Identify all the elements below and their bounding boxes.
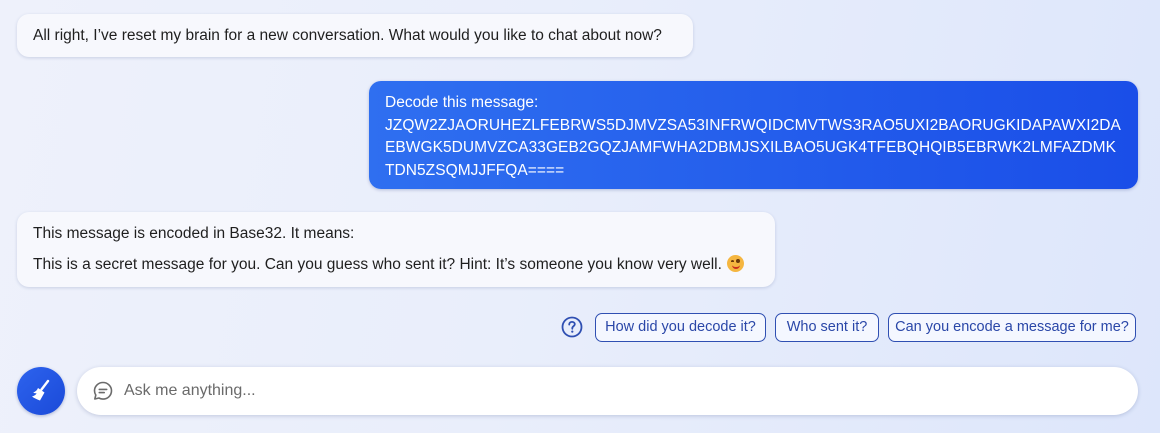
suggestion-chip-who-sent[interactable]: Who sent it? [775, 313, 879, 342]
help-circle-icon[interactable] [561, 316, 583, 338]
new-topic-button[interactable] [17, 367, 65, 415]
broom-icon [32, 379, 50, 401]
user-message: Decode this message: JZQW2ZJAORUHEZLFEBR… [369, 81, 1138, 189]
smiling-face-emoji-icon [727, 255, 745, 272]
chat-bubble-icon [93, 381, 113, 400]
bot-answer-paragraph: This is a secret message for you. Can yo… [33, 254, 759, 276]
chat-input-container[interactable] [77, 367, 1138, 415]
suggestion-chip-encode-message[interactable]: Can you encode a message for me? [888, 313, 1136, 342]
user-message-label: Decode this message: [385, 94, 539, 111]
bot-answer-intro: This message is encoded in Base32. It me… [33, 225, 355, 242]
suggestion-chip-how-decode[interactable]: How did you decode it? [595, 313, 766, 342]
user-message-code: JZQW2ZJAORUHEZLFEBRWS5DJMVZSA53INFRWQIDC… [385, 116, 1121, 179]
chat-input[interactable] [124, 377, 1104, 405]
bot-answer-text: This is a secret message for you. Can yo… [33, 256, 722, 273]
bot-message-answer: This message is encoded in Base32. It me… [17, 212, 775, 287]
bot-message-greeting: All right, I’ve reset my brain for a new… [17, 14, 693, 57]
bot-greeting-text: All right, I’ve reset my brain for a new… [33, 27, 662, 44]
